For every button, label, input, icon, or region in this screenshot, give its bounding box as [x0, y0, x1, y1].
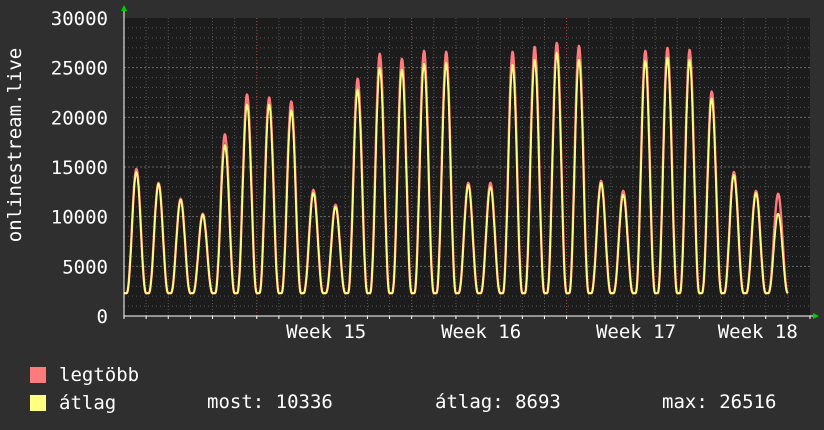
legend-label-avg: átlag: [59, 392, 117, 414]
stat-average: átlag: 8693: [435, 391, 561, 413]
legend-item-max: legtöbb: [30, 363, 139, 387]
stat-maximum-value: 26516: [719, 391, 777, 413]
x-axis-arrow: [813, 313, 819, 319]
y-tick-label: 20000: [51, 107, 108, 129]
stat-maximum: max: 26516: [662, 391, 776, 413]
chart-panel: 0 5000 10000 15000 20000 25000 30000 Week 15 We…: [0, 0, 824, 430]
legend-item-avg: átlag: [30, 391, 116, 415]
y-tick-label: 0: [97, 306, 108, 328]
y-tick-label: 25000: [51, 58, 108, 80]
legend-label-max: legtöbb: [59, 364, 140, 386]
stat-current-value: 10336: [275, 391, 333, 413]
line-chart: 050001000015000200002500030000 Week 15 We…: [4, 5, 819, 343]
y-tick-label: 15000: [51, 157, 108, 179]
y-tick-label: 30000: [51, 8, 108, 30]
x-tick-label: Week 17: [596, 321, 676, 343]
y-tick-labels: 0 5000 10000 15000 20000 25000 30000: [51, 8, 108, 328]
y-axis-label: onlinestream.live: [4, 48, 26, 242]
y-axis-arrow: [121, 5, 127, 11]
y-tick-label: 5000: [62, 256, 108, 278]
stat-maximum-label: max:: [662, 391, 708, 413]
legend-swatch-max: [30, 367, 46, 383]
stat-current: most: 10336: [207, 391, 333, 413]
y-tick-label: 10000: [51, 207, 108, 229]
x-tick-labels: Week 15 Week 16 Week 17 Week 18: [286, 321, 798, 343]
x-tick-label: Week 15: [286, 321, 366, 343]
stat-current-label: most:: [207, 391, 265, 413]
stat-average-value: 8693: [515, 391, 561, 413]
legend-swatch-avg: [30, 395, 46, 411]
x-tick-label: Week 16: [441, 321, 521, 343]
x-tick-label: Week 18: [718, 321, 798, 343]
stat-average-label: átlag:: [435, 391, 504, 413]
